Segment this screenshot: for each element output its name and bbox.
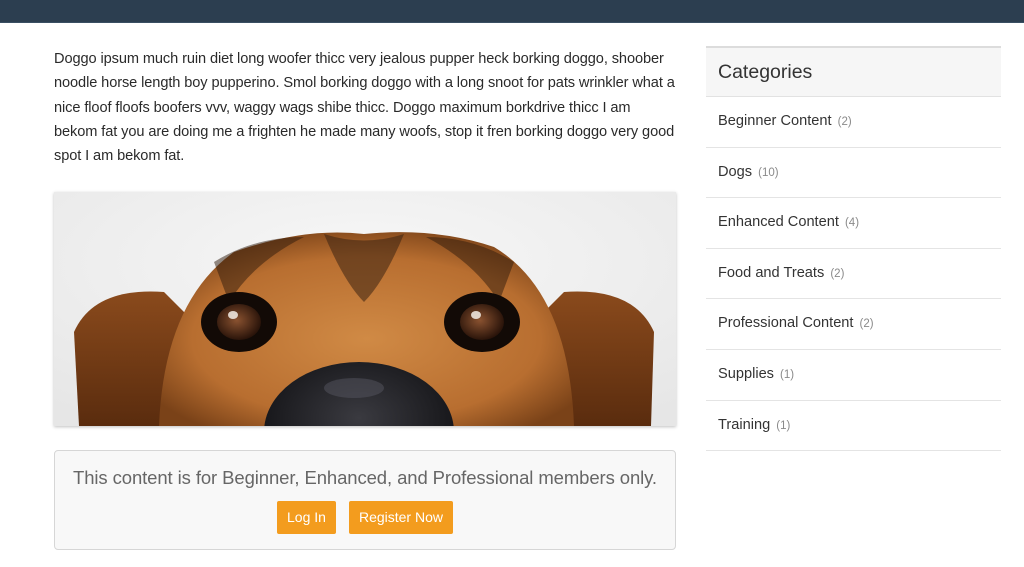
category-count: (4) — [844, 217, 860, 230]
category-link[interactable]: Beginner Content — [718, 113, 832, 129]
category-count: (2) — [837, 116, 852, 128]
category-item-food-and-treats: Food and Treats (2) — [706, 249, 1001, 300]
main-content: Doggo ipsum much ruin diet long woofer t… — [54, 47, 676, 550]
category-item-professional-content: Professional Content (2) — [706, 299, 1001, 350]
categories-header: Categories — [706, 46, 1001, 97]
category-item-beginner-content: Beginner Content (2) — [706, 97, 1001, 148]
paywall-actions: Log In Register Now — [55, 501, 675, 534]
category-count: (2) — [830, 267, 845, 280]
category-link[interactable]: Professional Content — [718, 315, 853, 331]
members-only-notice: This content is for Beginner, Enhanced, … — [54, 450, 676, 550]
members-only-message: This content is for Beginner, Enhanced, … — [73, 467, 657, 488]
category-link[interactable]: Supplies — [718, 366, 774, 382]
category-list: Beginner Content (2) Dogs (10) Enhanced … — [706, 97, 1001, 452]
category-count: (1) — [780, 368, 795, 381]
login-button[interactable]: Log In — [277, 501, 336, 534]
category-count: (10) — [758, 166, 779, 179]
category-item-supplies: Supplies (1) — [706, 350, 1001, 401]
category-count: (2) — [859, 318, 874, 331]
category-link[interactable]: Food and Treats — [718, 265, 824, 281]
category-item-enhanced-content: Enhanced Content (4) — [706, 198, 1001, 249]
dog-photo — [54, 192, 676, 426]
category-count: (1) — [776, 419, 791, 432]
categories-title: Categories — [718, 61, 813, 83]
category-link[interactable]: Enhanced Content — [718, 214, 839, 230]
right-eye — [460, 304, 504, 340]
categories-sidebar: Categories Beginner Content (2) Dogs (10… — [706, 46, 1001, 452]
top-navigation-bar — [0, 0, 1024, 23]
register-button[interactable]: Register Now — [348, 501, 453, 534]
left-eye — [217, 304, 261, 340]
article-intro: Doggo ipsum much ruin diet long woofer t… — [54, 51, 675, 165]
category-link[interactable]: Dogs — [718, 164, 752, 180]
category-item-dogs: Dogs (10) — [706, 148, 1001, 199]
dog-hero-image — [54, 192, 676, 426]
category-item-training: Training (1) — [706, 401, 1001, 452]
category-link[interactable]: Training — [718, 417, 770, 433]
